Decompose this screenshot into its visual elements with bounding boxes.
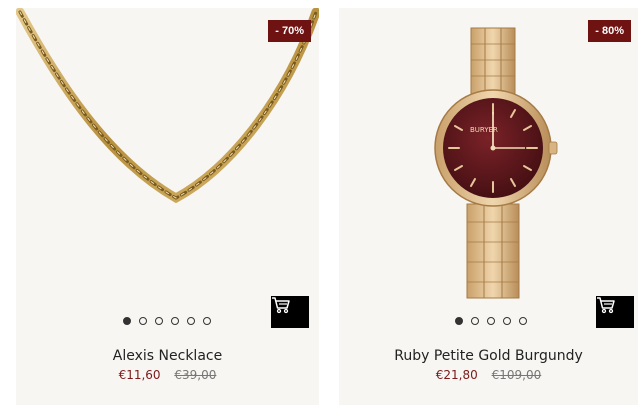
carousel-dot-3[interactable]	[487, 317, 495, 325]
carousel-dot-6[interactable]	[203, 317, 211, 325]
watch-brand-label: BURYER	[470, 126, 498, 134]
price-current: €11,60	[118, 368, 161, 382]
product-prices: €21,80 €109,00	[339, 368, 638, 382]
product-name[interactable]: Ruby Petite Gold Burgundy	[394, 348, 583, 364]
carousel-dot-1[interactable]	[123, 317, 131, 325]
carousel-dot-4[interactable]	[171, 317, 179, 325]
carousel-dot-5[interactable]	[187, 317, 195, 325]
product-card-alexis-necklace[interactable]: - 70% Alexis Necklace €11,60 €39,00	[16, 8, 319, 405]
shopping-cart-icon	[272, 297, 290, 314]
product-card-ruby-petite-gold-burgundy[interactable]: BURYER - 80% Ruby Petite Gold Burgundy €…	[339, 8, 638, 405]
carousel-dot-2[interactable]	[471, 317, 479, 325]
product-prices: €11,60 €39,00	[16, 368, 319, 382]
carousel-dot-3[interactable]	[155, 317, 163, 325]
add-to-cart-button[interactable]	[271, 296, 309, 328]
product-info: Ruby Petite Gold Burgundy €21,80 €109,00	[339, 336, 638, 405]
price-original: €109,00	[491, 368, 542, 382]
carousel-dot-5[interactable]	[519, 317, 527, 325]
product-name[interactable]: Alexis Necklace	[113, 348, 222, 364]
image-carousel-dots	[123, 317, 211, 325]
price-current: €21,80	[435, 368, 478, 382]
add-to-cart-button[interactable]	[596, 296, 634, 328]
product-image-watch[interactable]: BURYER - 80%	[339, 8, 638, 336]
product-image-necklace[interactable]: - 70%	[16, 8, 319, 336]
carousel-dot-1[interactable]	[455, 317, 463, 325]
discount-badge: - 70%	[268, 20, 311, 42]
gold-chain-necklace-image	[16, 8, 319, 204]
price-original: €39,00	[174, 368, 217, 382]
product-info: Alexis Necklace €11,60 €39,00	[16, 336, 319, 405]
shopping-cart-icon	[597, 297, 615, 314]
carousel-dot-4[interactable]	[503, 317, 511, 325]
carousel-dot-2[interactable]	[139, 317, 147, 325]
gold-watch-burgundy-dial-image: BURYER	[434, 27, 558, 299]
discount-badge: - 80%	[588, 20, 631, 42]
image-carousel-dots	[455, 317, 527, 325]
